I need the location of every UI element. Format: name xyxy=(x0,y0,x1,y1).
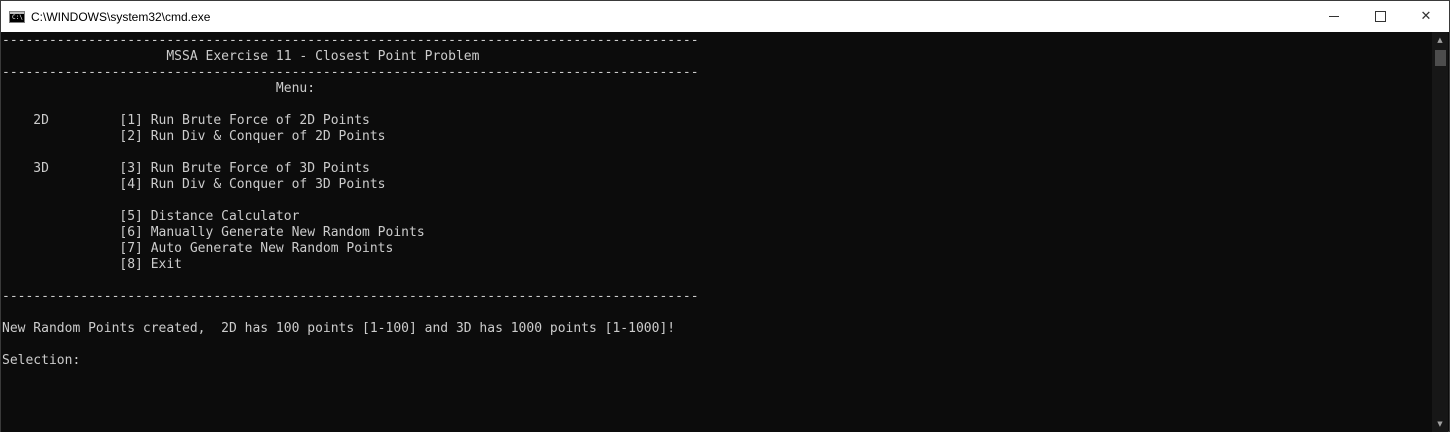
scroll-down-icon[interactable]: ▼ xyxy=(1432,416,1448,432)
title-bar[interactable]: C:\ C:\WINDOWS\system32\cmd.exe ✕ xyxy=(1,1,1449,32)
close-button[interactable]: ✕ xyxy=(1403,1,1449,32)
console-line: ----------------------------------------… xyxy=(2,33,699,48)
console-line: Menu: xyxy=(2,81,316,96)
window-title: C:\WINDOWS\system32\cmd.exe xyxy=(31,9,211,24)
cmd-icon[interactable]: C:\ xyxy=(9,10,25,23)
console-line: 2D [1] Run Brute Force of 2D Points xyxy=(2,113,370,128)
console-text: ----------------------------------------… xyxy=(1,32,1433,369)
close-icon: ✕ xyxy=(1420,9,1432,24)
console-line: [7] Auto Generate New Random Points xyxy=(2,241,394,256)
console-line: Selection: xyxy=(2,353,89,368)
console-line: MSSA Exercise 11 - Closest Point Problem xyxy=(2,49,480,64)
console-line: [4] Run Div & Conquer of 3D Points xyxy=(2,177,386,192)
console-line: ----------------------------------------… xyxy=(2,289,699,304)
scroll-thumb[interactable] xyxy=(1435,50,1446,66)
maximize-icon xyxy=(1374,11,1386,22)
console-line: [2] Run Div & Conquer of 2D Points xyxy=(2,129,386,144)
console-output[interactable]: ----------------------------------------… xyxy=(1,32,1433,432)
console-line: [8] Exit xyxy=(2,257,183,272)
scroll-up-icon[interactable]: ▲ xyxy=(1432,32,1448,48)
vertical-scrollbar[interactable]: ▲ ▼ xyxy=(1432,32,1448,432)
console-line: New Random Points created, 2D has 100 po… xyxy=(2,321,676,336)
console-line: [5] Distance Calculator xyxy=(2,209,300,224)
maximize-button[interactable] xyxy=(1357,1,1403,32)
console-line: 3D [3] Run Brute Force of 3D Points xyxy=(2,161,370,176)
window-controls: ✕ xyxy=(1311,1,1449,32)
minimize-button[interactable] xyxy=(1311,1,1357,32)
minimize-icon xyxy=(1329,16,1339,17)
console-line: ----------------------------------------… xyxy=(2,65,699,80)
cmd-window: C:\ C:\WINDOWS\system32\cmd.exe ✕ ------… xyxy=(0,0,1450,432)
console-line: [6] Manually Generate New Random Points xyxy=(2,225,425,240)
